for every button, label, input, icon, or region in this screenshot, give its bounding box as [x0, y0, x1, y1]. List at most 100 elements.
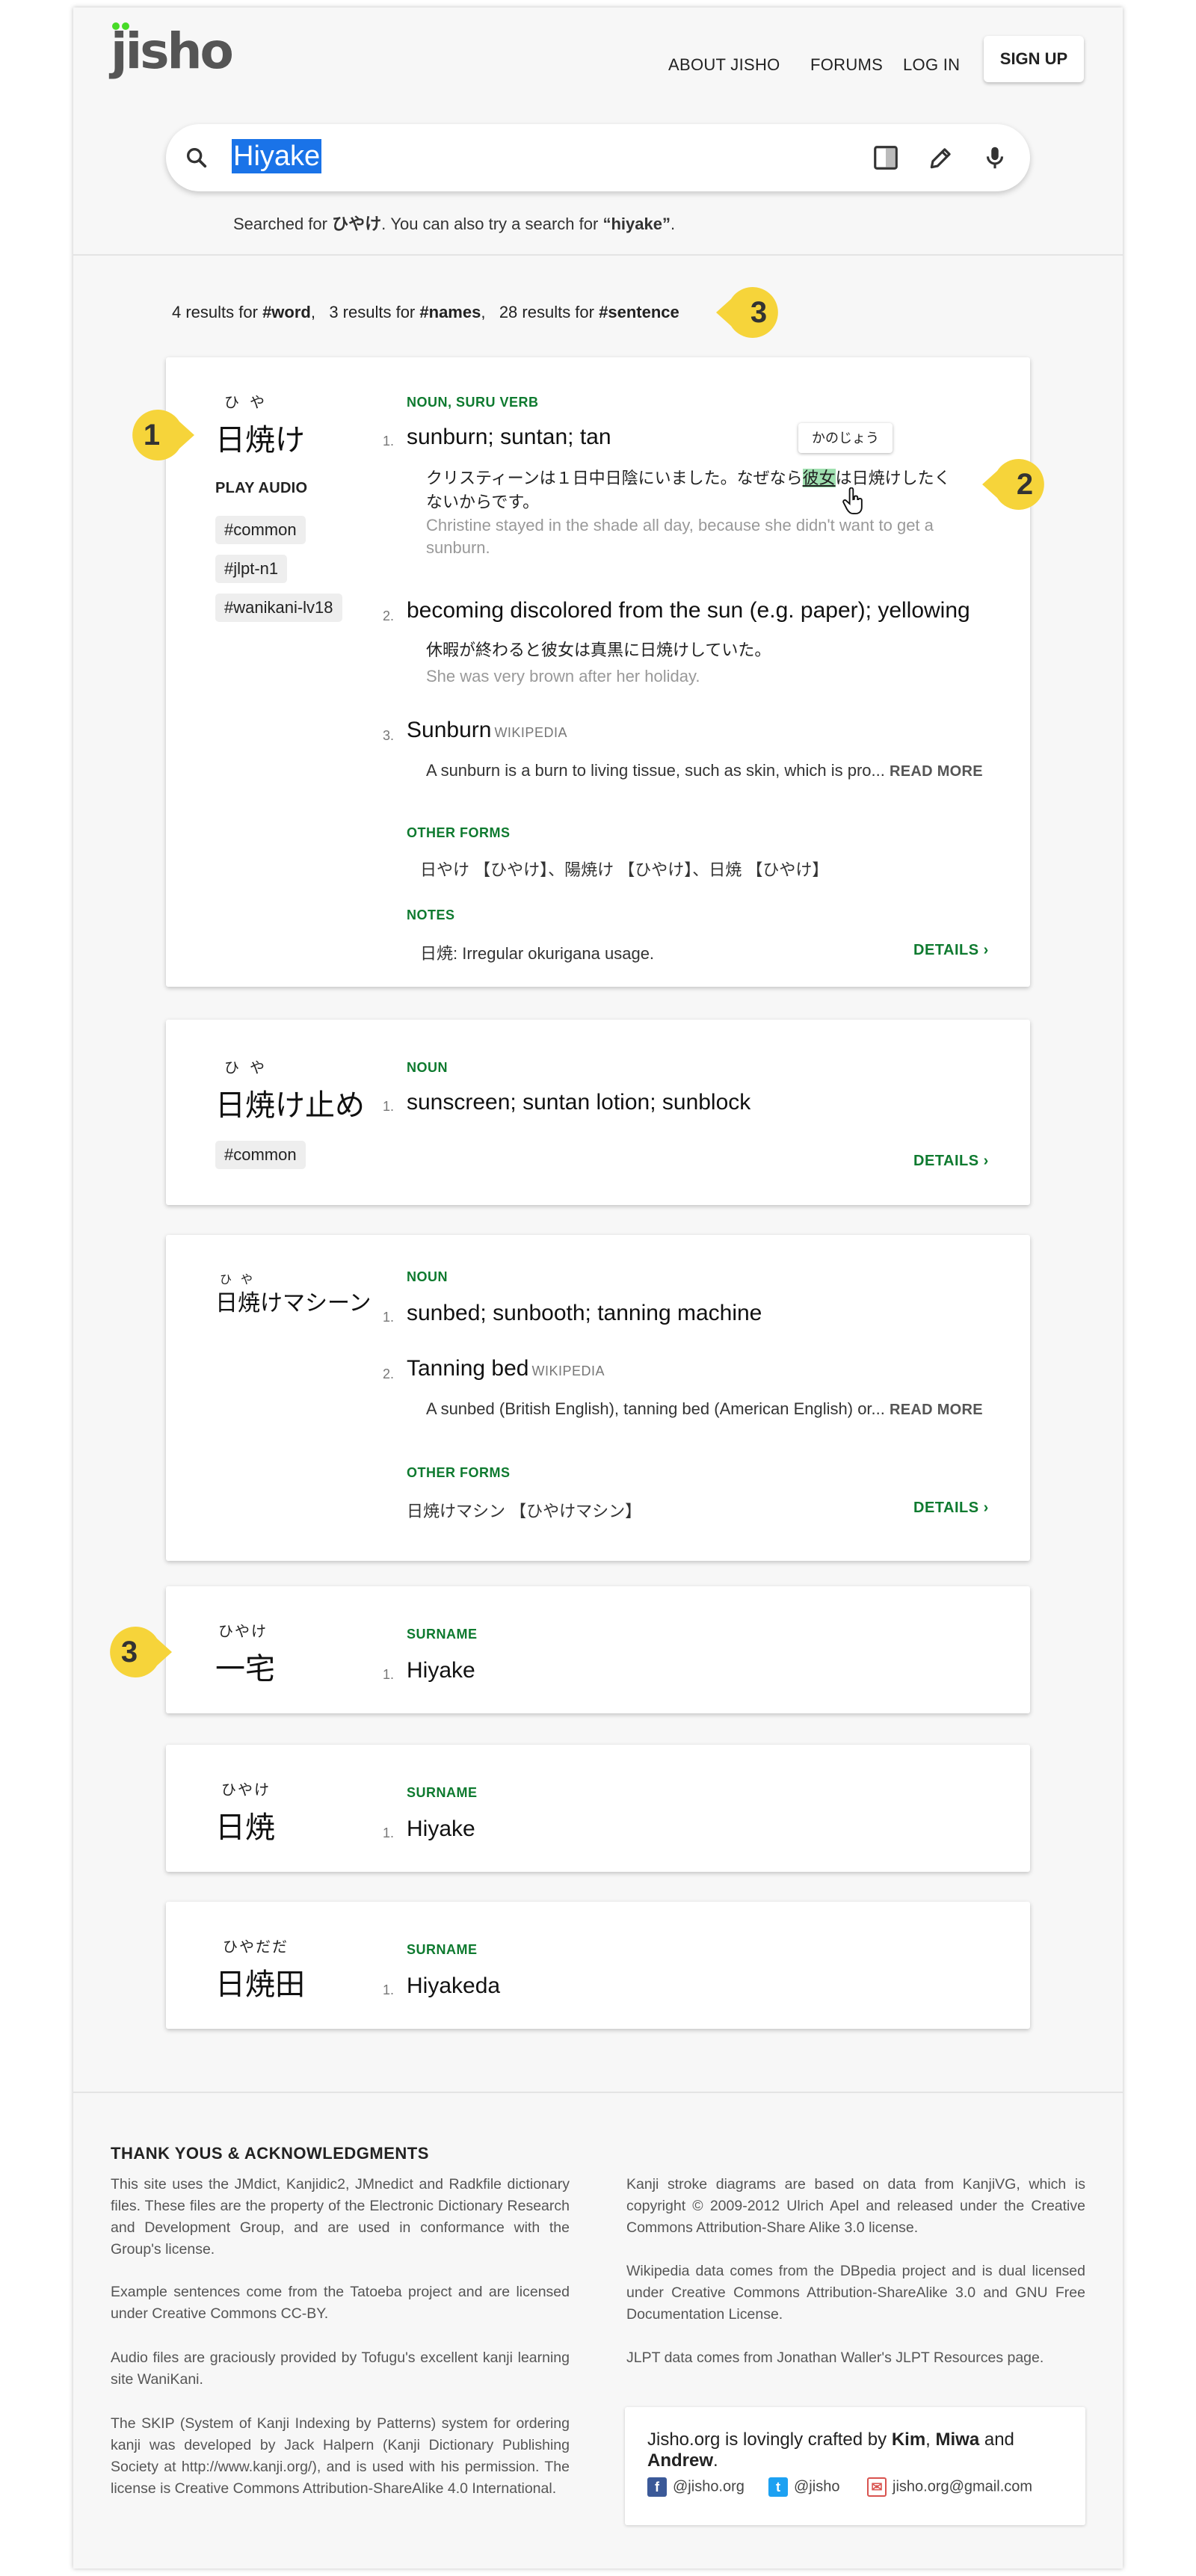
details-link[interactable]: DETAILS ›	[913, 1500, 989, 1517]
read-more-link[interactable]: READ MORE	[890, 1402, 983, 1418]
sense-number: 1.	[383, 1825, 395, 1840]
credit-text: .	[713, 2450, 718, 2471]
entry-card-1: ひや 日焼け PLAY AUDIO #common #jlpt-n1 #wani…	[166, 357, 1030, 987]
ack-paragraph: Kanji stroke diagrams are based on data …	[626, 2176, 1085, 2236]
details-link[interactable]: DETAILS ›	[913, 1153, 989, 1170]
annotation-badge-3b: 3	[100, 1622, 172, 1682]
other-forms: 日やけ 【ひやけ】、陽焼け 【ひやけ】、日焼 【ひやけ】	[420, 860, 829, 879]
headword: 日焼田	[215, 1968, 305, 2002]
part-of-speech: NOUN	[407, 1269, 448, 1284]
example-sentence-ja: クリスティーンは１日中日陰にいました。なぜなら彼女は日焼けしたく ないからです。	[426, 466, 951, 514]
sense-number: 3.	[383, 728, 395, 743]
chevron-right-icon: ›	[983, 1153, 989, 1169]
facebook-icon: f	[647, 2477, 667, 2497]
credits-box: Jisho.org is lovingly crafted by Kim, Mi…	[625, 2407, 1085, 2525]
searched-prefix: Searched for	[233, 215, 333, 233]
results-summary: 4 results for #word, 3 results for #name…	[172, 303, 679, 322]
meaning: becoming discolored from the sun (e.g. p…	[407, 598, 970, 623]
abstract-text: A sunbed (British English), tanning bed …	[426, 1399, 885, 1418]
entry-card-6: ひやだだ 日焼田 SURNAME 1. Hiyakeda	[166, 1902, 1030, 2029]
chevron-right-icon: ›	[983, 942, 989, 958]
twitter-link[interactable]: t @jisho	[768, 2477, 839, 2497]
furigana: ひやだだ	[223, 1939, 289, 1956]
searched-end: .	[670, 215, 676, 233]
jisho-logo[interactable]: jisho	[111, 22, 234, 76]
notes-label: NOTES	[407, 908, 455, 922]
nav-about-jisho[interactable]: About Jisho	[668, 55, 780, 75]
microphone-icon[interactable]	[981, 144, 1009, 172]
highlighted-word[interactable]: 彼女	[802, 469, 836, 487]
word-results-link[interactable]: #word	[262, 303, 311, 321]
searched-mid: . You can also try a search for	[381, 215, 603, 233]
names-results-link[interactable]: #names	[419, 303, 481, 321]
search-input[interactable]: Hiyake	[232, 139, 322, 173]
twitter-icon: t	[768, 2477, 788, 2497]
furigana: ひやけ	[218, 1624, 268, 1640]
email-link[interactable]: ✉ jisho.org@gmail.com	[867, 2477, 1032, 2497]
facebook-link[interactable]: f @jisho.org	[647, 2477, 745, 2497]
tag-jlpt[interactable]: #jlpt-n1	[215, 555, 288, 583]
chevron-right-icon: ›	[983, 1500, 989, 1516]
wiki-abstract: A sunburn is a burn to living tissue, su…	[426, 761, 983, 780]
pencil-icon[interactable]	[927, 144, 955, 172]
annotation-badge-1: 1	[123, 405, 194, 465]
annotation-badge-3a: 3	[716, 283, 783, 342]
entry-card-3: ひや 日焼けマシーン NOUN 1. sunbed; sunbooth; tan…	[166, 1235, 1030, 1561]
searched-kana: ひやけ	[332, 215, 382, 233]
page: jisho About Jisho Forums Log in SIGN UP …	[73, 7, 1123, 2569]
badge-number: 3	[120, 1636, 138, 1668]
entry-card-4: ひやけ 一宅 SURNAME 1. Hiyake	[166, 1586, 1030, 1713]
other-forms: 日焼けマシン 【ひやけマシン】	[407, 1502, 642, 1520]
sense-number: 1.	[383, 434, 395, 449]
play-audio-button[interactable]: PLAY AUDIO	[215, 480, 307, 497]
badge-number: 3	[750, 296, 768, 329]
twitter-handle: @jisho	[794, 2478, 840, 2495]
read-more-link[interactable]: READ MORE	[890, 763, 983, 780]
furigana: ひやけ	[221, 1782, 271, 1799]
sense-number: 1.	[383, 1099, 395, 1114]
credit-kim: Kim	[891, 2429, 926, 2450]
badge-number: 1	[143, 419, 161, 452]
tag-common[interactable]: #common	[215, 1141, 306, 1169]
searched-for-text: Searched for ひやけ. You can also try a sea…	[233, 211, 675, 235]
sense-number: 2.	[383, 608, 395, 623]
part-of-speech: SURNAME	[407, 1627, 478, 1642]
ack-paragraph: Example sentences come from the Tatoeba …	[111, 2284, 570, 2322]
ack-paragraph: Audio files are graciously provided by T…	[111, 2349, 570, 2388]
meaning: Hiyakeda	[407, 1973, 501, 1998]
sentence-results-link[interactable]: #sentence	[599, 303, 679, 321]
headword: 日焼けマシーン	[215, 1290, 372, 1316]
word-count: 4 results for	[172, 303, 258, 321]
details-link[interactable]: DETAILS ›	[913, 942, 989, 959]
email-address: jisho.org@gmail.com	[893, 2478, 1033, 2495]
split-panel-icon[interactable]	[872, 144, 900, 172]
alternate-search-link[interactable]: “hiyake”	[602, 215, 671, 233]
notes-text: 日焼: Irregular okurigana usage.	[420, 944, 655, 963]
credit-text: ,	[925, 2429, 936, 2450]
tag-common[interactable]: #common	[215, 516, 306, 544]
ack-paragraph: The SKIP (System of Kanji Indexing by Pa…	[111, 2415, 570, 2497]
search-bar[interactable]: Hiyake	[166, 124, 1030, 191]
part-of-speech: NOUN, SURU VERB	[407, 395, 539, 410]
sign-up-button[interactable]: SIGN UP	[984, 36, 1084, 82]
headword: 日焼け止め	[215, 1088, 365, 1123]
credit-miwa: Miwa	[935, 2429, 980, 2450]
search-icon[interactable]	[184, 145, 209, 170]
abstract-text: A sunburn is a burn to living tissue, su…	[426, 761, 885, 780]
credit-line: Jisho.org is lovingly crafted by Kim, Mi…	[647, 2429, 1085, 2471]
sep: ,	[310, 303, 315, 321]
details-label: DETAILS	[913, 1153, 979, 1169]
furigana: ひや	[224, 1060, 275, 1076]
sense-number: 2.	[383, 1366, 395, 1381]
wikipedia-label: WIKIPEDIA	[531, 1364, 605, 1378]
sense-number: 1.	[383, 1667, 395, 1682]
sense-number: 1.	[383, 1982, 395, 1997]
nav-forums[interactable]: Forums	[810, 55, 883, 75]
logo-dots	[112, 22, 133, 31]
ack-paragraph: This site uses the JMdict, Kanjidic2, JM…	[111, 2176, 570, 2258]
nav-log-in[interactable]: Log in	[903, 55, 960, 75]
sentence-part: ないからです。	[426, 493, 540, 511]
example-sentence-en: Christine stayed in the shade all day, b…	[426, 516, 934, 557]
tag-wanikani[interactable]: #wanikani-lv18	[215, 594, 342, 622]
acknowledgments-title: THANK YOUS & ACKNOWLEDGMENTS	[111, 2144, 429, 2163]
